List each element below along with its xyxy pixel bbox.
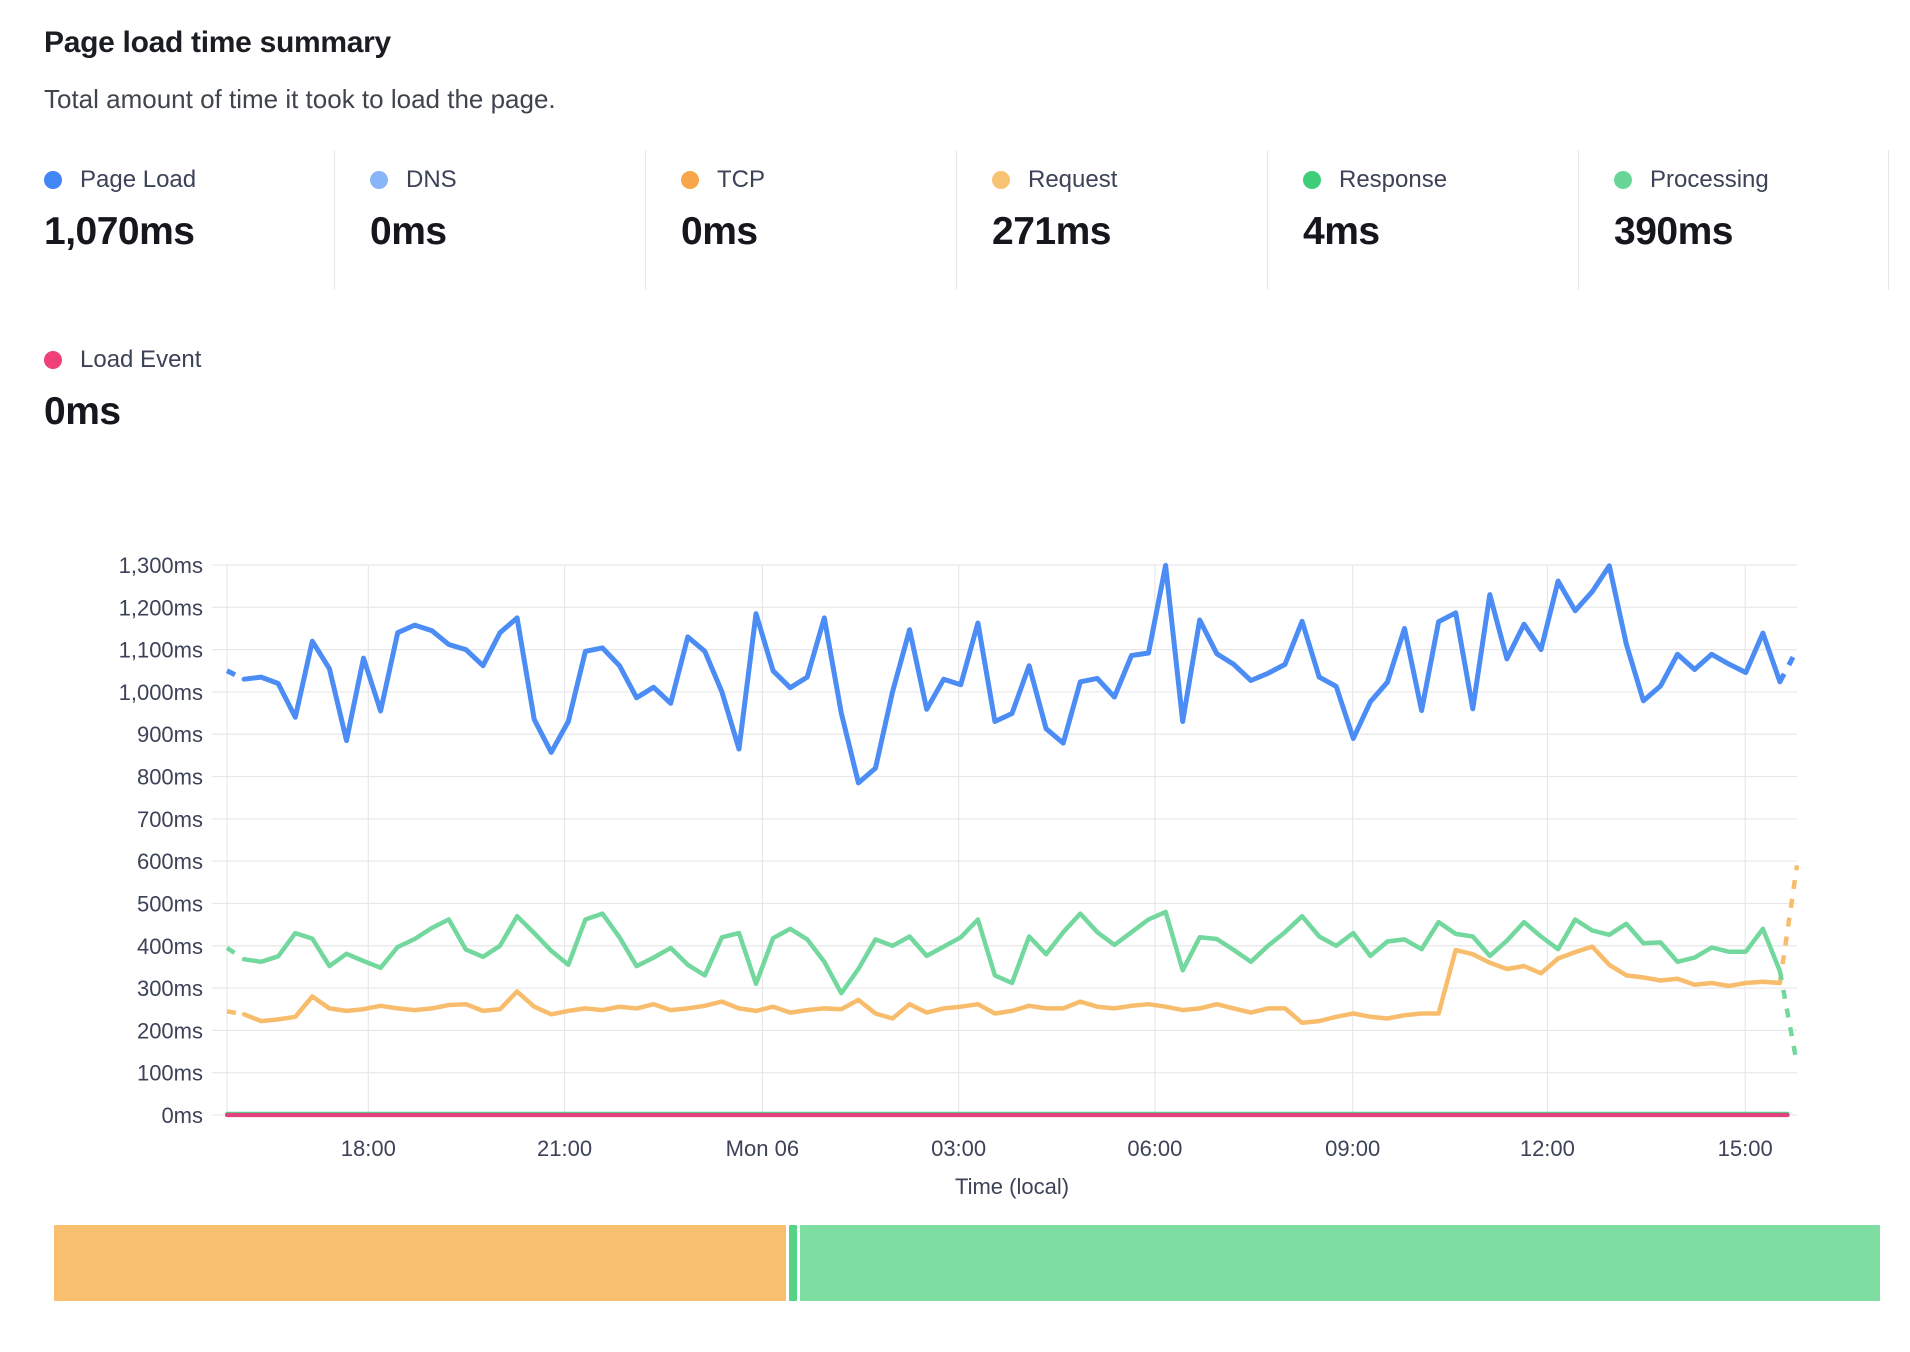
svg-text:06:00: 06:00	[1127, 1136, 1182, 1161]
svg-text:1,200ms: 1,200ms	[119, 595, 203, 620]
svg-text:700ms: 700ms	[137, 807, 203, 832]
svg-text:Time (local): Time (local)	[955, 1174, 1069, 1199]
status-bar-segment-passing[interactable]	[800, 1225, 1880, 1301]
status-bar-segment-passing[interactable]	[789, 1225, 797, 1301]
svg-text:03:00: 03:00	[931, 1136, 986, 1161]
svg-text:500ms: 500ms	[137, 891, 203, 916]
svg-text:900ms: 900ms	[137, 722, 203, 747]
svg-text:100ms: 100ms	[137, 1061, 203, 1086]
svg-text:Mon 06: Mon 06	[726, 1136, 799, 1161]
svg-text:1,100ms: 1,100ms	[119, 638, 203, 663]
svg-text:18:00: 18:00	[341, 1136, 396, 1161]
svg-text:800ms: 800ms	[137, 765, 203, 790]
svg-text:12:00: 12:00	[1520, 1136, 1575, 1161]
page-load-time-chart[interactable]: 1,300ms 1,200ms 1,100ms 1,000ms 900ms 800ms 70…	[0, 0, 1910, 1352]
svg-text:400ms: 400ms	[137, 934, 203, 959]
svg-text:600ms: 600ms	[137, 849, 203, 874]
svg-text:1,300ms: 1,300ms	[119, 553, 203, 578]
status-bar-segment-degraded[interactable]	[54, 1225, 786, 1301]
svg-text:0ms: 0ms	[161, 1103, 203, 1128]
svg-text:200ms: 200ms	[137, 1018, 203, 1043]
svg-text:1,000ms: 1,000ms	[119, 680, 203, 705]
svg-text:21:00: 21:00	[537, 1136, 592, 1161]
svg-text:09:00: 09:00	[1325, 1136, 1380, 1161]
svg-text:15:00: 15:00	[1718, 1136, 1773, 1161]
svg-text:300ms: 300ms	[137, 976, 203, 1001]
status-timeline-bar[interactable]	[54, 1225, 1880, 1301]
